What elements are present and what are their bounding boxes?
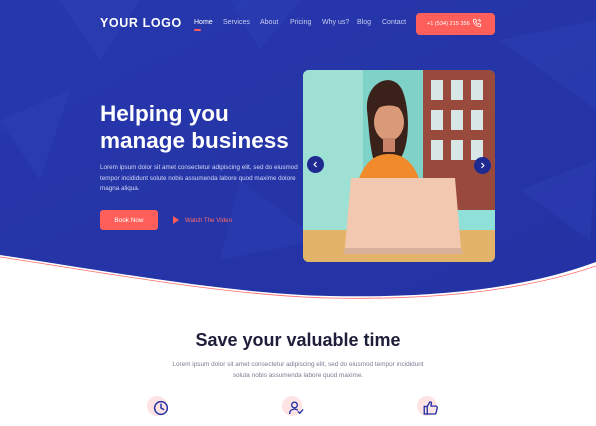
book-now-button[interactable]: Book Now [100,210,158,230]
nav-services[interactable]: Services [223,19,250,26]
woman-with-laptop-photo [303,70,495,262]
nav-blog[interactable]: Blog [357,19,371,26]
watch-video-label: Watch The Video [185,216,233,224]
chevron-right-icon [481,162,485,169]
features-title: Save your valuable time [195,330,401,350]
phone-button[interactable]: +1 (534) 215 356 [416,13,495,35]
hero-title-line2: manage business [100,128,289,153]
feature-time [147,396,171,420]
hero-description: Lorem ipsum dolor sit amet consectetur a… [100,164,298,192]
nav-why-us[interactable]: Why us? [322,19,349,26]
phone-icon [472,18,482,28]
nav-about[interactable]: About [260,19,278,26]
nav-home[interactable]: Home [194,19,213,31]
active-nav-indicator [194,29,201,31]
feature-user [282,396,306,420]
site-logo[interactable]: YOUR LOGO [100,16,182,30]
features-description: Lorem ipsum dolor sit amet consectetur a… [172,361,424,379]
hero-image [303,70,495,262]
carousel-prev-button[interactable] [307,156,324,173]
nav-contact[interactable]: Contact [382,19,406,26]
hero-section: YOUR LOGO Home Services About Pricing Wh… [0,0,596,300]
chevron-left-icon [313,161,317,168]
carousel-next-button[interactable] [474,157,491,174]
hero-title-line1: Helping you [100,101,229,126]
nav-home-label: Home [194,19,213,26]
user-check-icon [288,401,304,415]
phone-number: +1 (534) 215 356 [427,21,470,27]
clock-icon [153,400,169,416]
thumbs-up-icon [423,401,438,415]
watch-video-link[interactable]: Watch The Video [173,214,232,226]
nav-pricing[interactable]: Pricing [290,19,311,26]
hero-title: Helping you manage business [100,100,305,154]
feature-like [417,396,441,420]
play-icon [173,216,179,224]
